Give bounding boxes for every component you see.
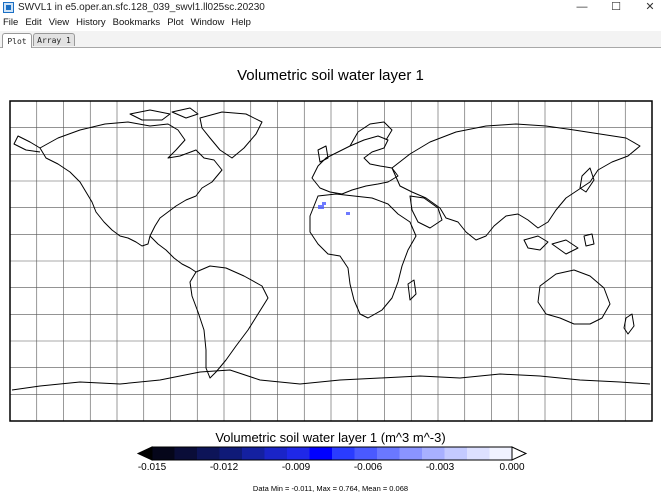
colorbar-swatch — [174, 447, 198, 460]
colorbar-title: Volumetric soil water layer 1 (m^3 m^-3) — [215, 430, 446, 445]
map-plot — [9, 100, 653, 461]
colorbar-swatch — [399, 447, 423, 460]
colorbar-swatch — [422, 447, 445, 460]
colorbar-over-arrow — [511, 446, 528, 461]
colorbar-swatch — [377, 447, 400, 460]
colorbar-under-arrow — [136, 446, 153, 461]
colorbar-tick: -0.006 — [353, 462, 383, 473]
colorbar-swatch — [287, 447, 310, 460]
colorbar — [136, 446, 528, 461]
colorbar-swatch — [219, 447, 243, 460]
colorbar-swatch — [467, 447, 490, 460]
colorbar-tick: -0.003 — [425, 462, 455, 473]
colorbar-swatch — [444, 447, 468, 460]
colorbar-swatch — [197, 447, 220, 460]
colorbar-swatch — [332, 447, 355, 460]
colorbar-tick: -0.012 — [209, 462, 239, 473]
data-stats: Data Min = -0.011, Max = 0.764, Mean = 0… — [252, 484, 409, 493]
colorbar-swatch — [242, 447, 265, 460]
colorbar-swatch — [354, 447, 378, 460]
colorbar-swatch — [264, 447, 288, 460]
colorbar-swatch — [309, 447, 333, 460]
colorbar-swatch — [489, 447, 513, 460]
data-patch — [318, 202, 350, 215]
colorbar-tick: 0.000 — [499, 462, 525, 473]
colorbar-tick: -0.015 — [137, 462, 167, 473]
colorbar-tick: -0.009 — [281, 462, 311, 473]
colorbar-swatch — [152, 447, 175, 460]
lat-lon-grid — [10, 101, 652, 421]
